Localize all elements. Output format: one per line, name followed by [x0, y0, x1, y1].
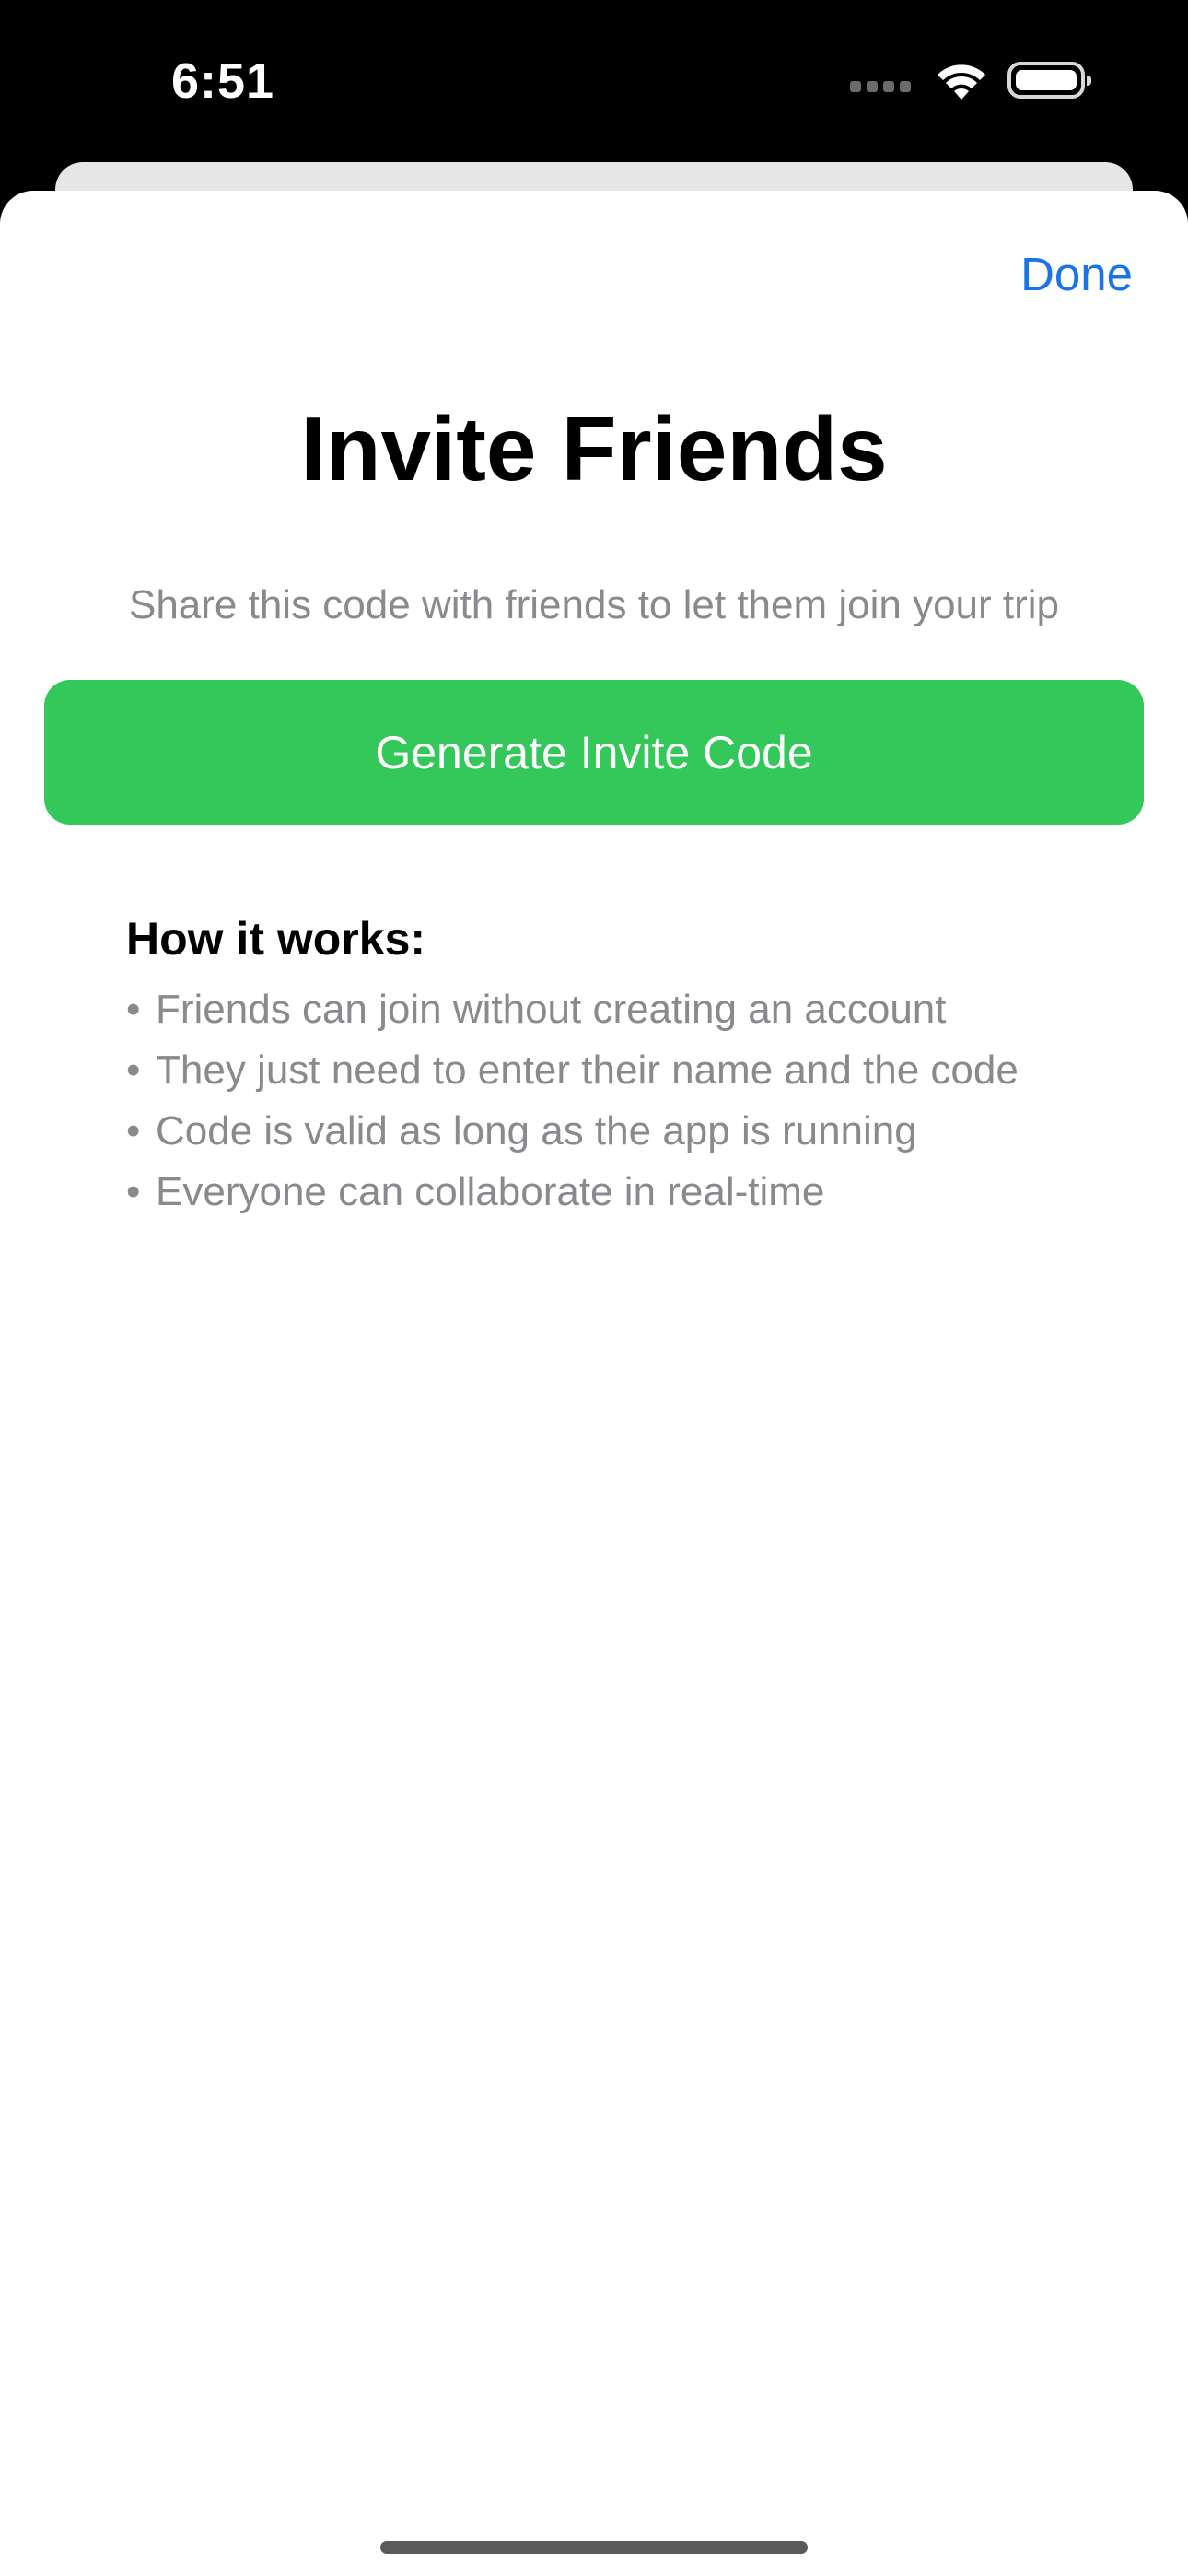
battery-icon	[1007, 62, 1091, 99]
home-indicator[interactable]	[380, 2541, 808, 2554]
subtitle: Share this code with friends to let them…	[128, 582, 1060, 627]
done-button[interactable]: Done	[1020, 242, 1133, 307]
generate-invite-code-button[interactable]: Generate Invite Code	[44, 680, 1144, 825]
generate-invite-code-label: Generate Invite Code	[375, 726, 813, 779]
invite-sheet: Done Invite Friends Share this code with…	[0, 191, 1188, 2576]
page-title: Invite Friends	[300, 398, 888, 499]
cellular-icon	[847, 68, 914, 92]
bullet: •	[126, 987, 141, 1032]
list-item-text: Everyone can collaborate in real-time	[156, 1169, 825, 1214]
list-item: • Everyone can collaborate in real-time	[126, 1162, 1019, 1223]
how-it-works-heading: How it works:	[126, 913, 426, 965]
wifi-icon	[938, 64, 985, 100]
status-time: 6:51	[171, 53, 275, 109]
list-item-text: Code is valid as long as the app is runn…	[156, 1108, 917, 1153]
list-item: • Friends can join without creating an a…	[126, 979, 1019, 1040]
bullet: •	[126, 1048, 141, 1093]
bullet: •	[126, 1108, 141, 1153]
list-item: • They just need to enter their name and…	[126, 1040, 1019, 1101]
bullet: •	[126, 1169, 141, 1214]
status-icons	[847, 57, 1091, 103]
list-item-text: They just need to enter their name and t…	[156, 1048, 1019, 1093]
how-it-works-list: • Friends can join without creating an a…	[126, 979, 1019, 1223]
list-item-text: Friends can join without creating an acc…	[156, 987, 947, 1032]
list-item: • Code is valid as long as the app is ru…	[126, 1101, 1019, 1162]
